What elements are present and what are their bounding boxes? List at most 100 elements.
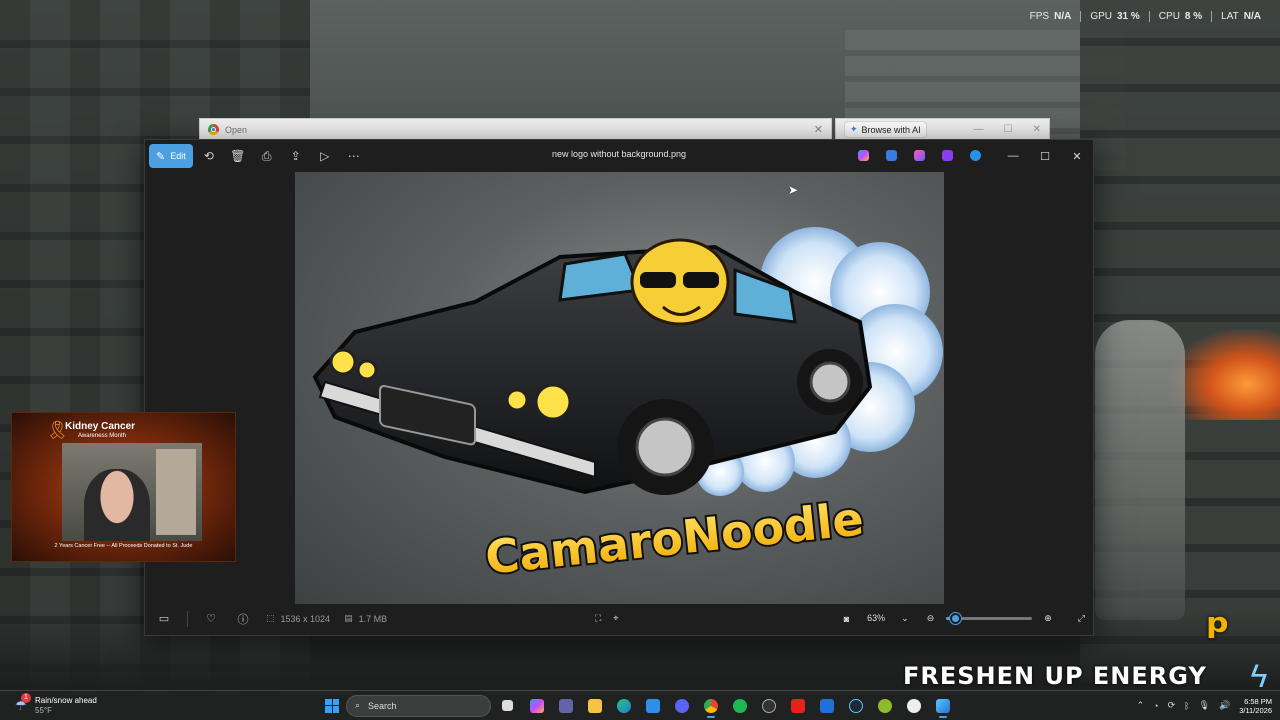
crop-scan-icon[interactable]: ⛶ <box>595 613 601 624</box>
system-tray: ⌃ ◔ ⟳ ᛒ 🎙 🔊 6:58 PM 3/11/2026 <box>1137 697 1272 715</box>
system-clock[interactable]: 6:58 PM 3/11/2026 <box>1239 697 1272 715</box>
wallpaper-fire <box>1170 330 1280 420</box>
photos-titlebar: ✎ Edit ⟲ 🗑 ⎙ ⇪ ▷ ⋯ new logo without back… <box>145 140 1093 172</box>
close-tab-icon[interactable]: ✕ <box>814 123 823 136</box>
hud-cpu: CPU 8 % <box>1148 11 1211 22</box>
edge-icon[interactable] <box>611 693 636 718</box>
teams-icon[interactable] <box>553 693 578 718</box>
steam-icon[interactable] <box>843 693 868 718</box>
zoom-slider[interactable] <box>946 613 1033 624</box>
chevron-down-icon: ⌄ <box>901 613 909 623</box>
sync-icon[interactable]: ⟳ <box>1168 700 1176 711</box>
copilot-app-icon[interactable] <box>524 693 549 718</box>
minimize-icon[interactable]: — <box>997 140 1029 172</box>
obs-icon[interactable] <box>756 693 781 718</box>
maximize-icon[interactable]: ☐ <box>1029 140 1061 172</box>
noodle-driver <box>630 238 730 326</box>
info-icon[interactable]: ⓘ <box>234 610 252 628</box>
hud-fps-value: N/A <box>1054 11 1072 22</box>
sparkle-icon: ✦ <box>850 124 858 134</box>
designer-icon[interactable] <box>881 145 901 165</box>
dimensions-icon: ⬚ <box>266 613 275 623</box>
file-size-icon: ▤ <box>344 613 353 623</box>
zoom-slider-thumb[interactable] <box>949 613 961 624</box>
browse-with-ai-button[interactable]: ✦ Browse with AI <box>844 121 927 138</box>
xbox-icon[interactable] <box>872 693 897 718</box>
stream-deck-icon[interactable] <box>814 693 839 718</box>
discord-icon[interactable] <box>669 693 694 718</box>
background-browser-window[interactable]: Open ✕ <box>199 118 832 140</box>
photos-status-bar: ▭ ♡ ⓘ ⬚ 1536 x 1024 ▤ 1.7 MB ⛶ ⌖ ◙ 63% ⌄… <box>145 602 1093 635</box>
browse-with-ai-label: Browse with AI <box>861 124 921 135</box>
visual-search-icon[interactable]: ⌖ <box>613 613 618 624</box>
mouse-cursor-icon: ➤ <box>788 183 799 197</box>
hud-gpu: GPU 31 % <box>1080 11 1148 22</box>
image-canvas[interactable]: CamaroNoodle <box>295 172 944 604</box>
rotate-icon[interactable]: ⟲ <box>196 144 222 168</box>
start-button[interactable] <box>322 696 342 716</box>
file-explorer-icon[interactable] <box>582 693 607 718</box>
weather-badge: 1 <box>21 692 31 703</box>
github-icon[interactable] <box>901 693 926 718</box>
paint-icon[interactable] <box>909 145 929 165</box>
delete-icon[interactable]: 🗑 <box>225 144 251 168</box>
zoom-in-icon[interactable]: ⊕ <box>1044 613 1052 624</box>
close-icon[interactable]: ✕ <box>1061 140 1093 172</box>
minimize-icon[interactable]: — <box>974 124 984 135</box>
weather-icon: ☂ 1 <box>15 692 31 713</box>
more-options-icon[interactable]: ⋯ <box>341 144 367 168</box>
file-size-value: 1.7 MB <box>358 613 388 624</box>
webcam-background-door <box>156 449 196 535</box>
task-view-icon[interactable] <box>495 693 520 718</box>
browser-tab-title[interactable]: Open <box>225 125 247 135</box>
divider <box>187 610 188 627</box>
volume-icon[interactable]: 🔊 <box>1219 700 1230 711</box>
weather-widget[interactable]: ☂ 1 Rain/snow ahead 55°F <box>0 692 97 715</box>
hud-gpu-value: 31 % <box>1117 11 1140 22</box>
taskbar-search[interactable]: ⌕ Search <box>346 694 491 717</box>
webcam-subtitle: Awareness Month <box>78 433 126 439</box>
chevron-up-icon[interactable]: ⌃ <box>1137 700 1145 711</box>
webcam-overlay: 🎗 Kidney Cancer Awareness Month 2 Years … <box>11 412 236 562</box>
actual-size-icon[interactable]: ◙ <box>844 614 849 624</box>
network-icon[interactable]: ◔ <box>1153 701 1158 711</box>
zoom-dropdown[interactable]: 63% ⌄ <box>861 610 915 627</box>
hud-lat-label: LAT <box>1221 11 1239 22</box>
camaro-noodle-logo-image: CamaroNoodle <box>312 227 943 587</box>
favorite-heart-icon[interactable]: ♡ <box>202 610 220 628</box>
brand-logo-icon: ₚ <box>1206 587 1230 643</box>
clipchamp-icon[interactable] <box>937 145 957 165</box>
hud-lat-value: N/A <box>1243 11 1261 22</box>
maximize-icon[interactable]: ☐ <box>1004 124 1013 135</box>
clock-time: 6:58 PM <box>1244 696 1272 706</box>
store-icon[interactable] <box>640 693 665 718</box>
weather-title: Rain/snow ahead <box>35 696 97 706</box>
chrome-taskbar-icon[interactable] <box>698 693 723 718</box>
spotify-icon[interactable] <box>727 693 752 718</box>
wallpaper-trooper <box>1095 320 1185 620</box>
print-icon[interactable]: ⎙ <box>254 144 280 168</box>
clock-date: 3/11/2026 <box>1239 705 1272 715</box>
hud-cpu-label: CPU <box>1158 11 1180 22</box>
awareness-ribbon-icon: 🎗 <box>46 420 69 440</box>
copilot-icon[interactable] <box>853 145 873 165</box>
bluetooth-icon[interactable]: ᛒ <box>1184 701 1189 711</box>
fullscreen-icon[interactable]: ⤢ <box>1078 613 1085 624</box>
onedrive-icon[interactable] <box>965 145 985 165</box>
share-icon[interactable]: ⇪ <box>283 144 309 168</box>
filmstrip-icon[interactable]: ▭ <box>155 610 173 628</box>
photos-taskbar-icon[interactable] <box>930 693 955 718</box>
edit-button[interactable]: ✎ Edit <box>149 144 193 168</box>
weather-temp: 55°F <box>35 705 52 715</box>
logo-text: CamaroNoodle <box>483 491 866 584</box>
slideshow-icon[interactable]: ▷ <box>312 144 338 168</box>
hud-gpu-label: GPU <box>1090 11 1112 22</box>
youtube-icon[interactable] <box>785 693 810 718</box>
webcam-feed <box>62 443 202 541</box>
zoom-value: 63% <box>867 613 886 623</box>
windows-taskbar: ☂ 1 Rain/snow ahead 55°F ⌕ Search ⌃ ◔ ⟳ … <box>0 690 1280 720</box>
close-icon[interactable]: ✕ <box>1033 124 1041 135</box>
mic-icon[interactable]: 🎙 <box>1199 700 1210 711</box>
zoom-out-icon[interactable]: ⊖ <box>927 613 935 624</box>
hud-fps-label: FPS <box>1029 11 1050 22</box>
